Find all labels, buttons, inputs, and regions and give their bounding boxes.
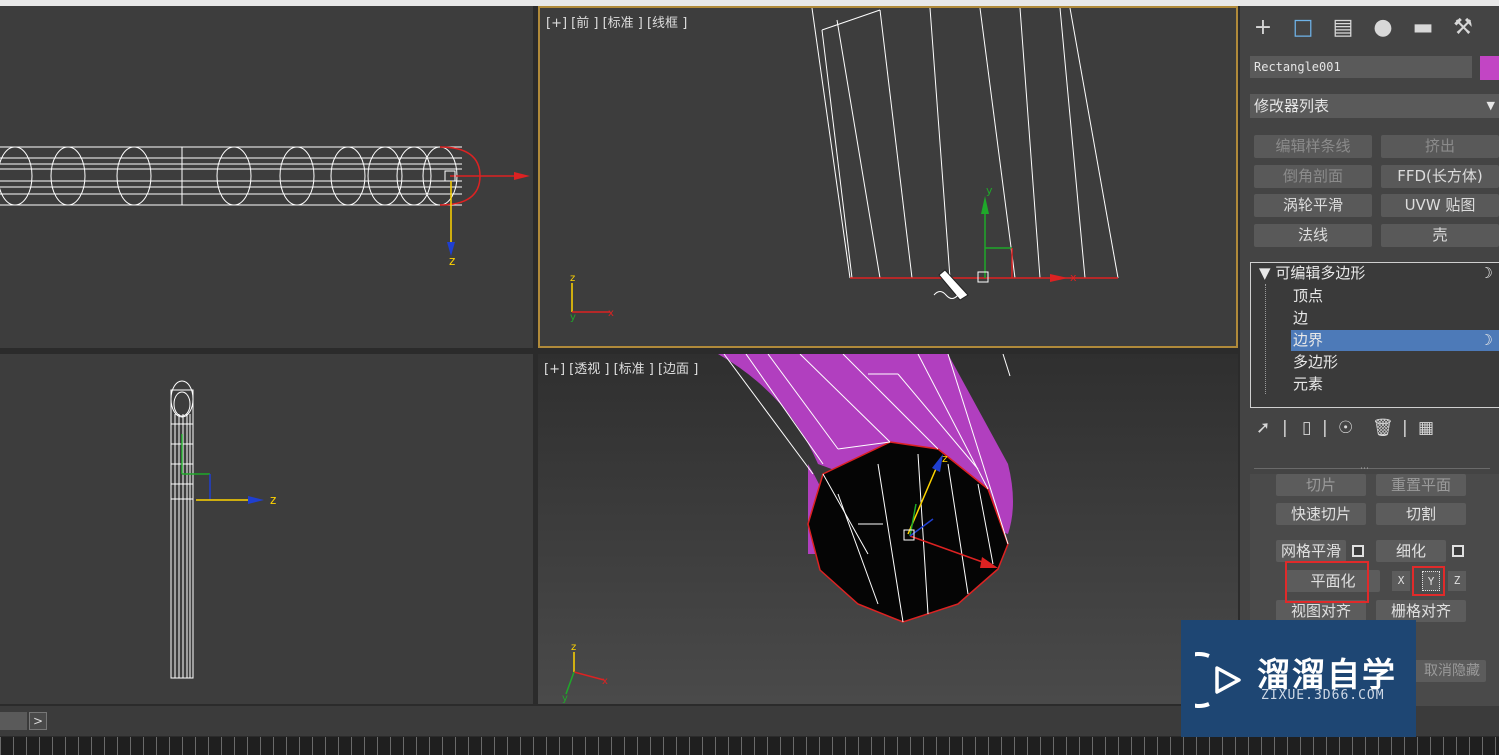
grid-align-button[interactable]: 栅格对齐	[1376, 600, 1466, 622]
lightbulb-icon: ☽	[1479, 264, 1493, 282]
svg-text:z: z	[942, 452, 948, 465]
slice-button[interactable]: 切片	[1276, 474, 1366, 496]
tessellate-settings-icon[interactable]	[1452, 545, 1464, 557]
separator: |	[1402, 418, 1408, 438]
remove-modifier-icon[interactable]: 🗑	[1372, 418, 1394, 438]
object-color-swatch[interactable]	[1480, 56, 1499, 80]
expand-triangle-icon: ▼	[1259, 264, 1271, 282]
view-align-button[interactable]: 视图对齐	[1276, 600, 1366, 622]
stack-item-element[interactable]: 元素	[1293, 374, 1499, 395]
timeline-ruler[interactable]	[0, 737, 1499, 755]
separator: |	[1322, 418, 1328, 438]
expand-arrow-button[interactable]: >	[29, 712, 47, 730]
object-name-field[interactable]: Rectangle001	[1250, 56, 1472, 78]
extrude-button[interactable]: 挤出	[1381, 135, 1499, 158]
make-unique-icon[interactable]: ☉	[1338, 418, 1353, 438]
display-icon[interactable]: ▬	[1406, 10, 1440, 44]
viewport-label-perspective[interactable]: [+] [透视 ] [标准 ] [边面 ]	[544, 358, 698, 377]
shell-button[interactable]: 壳	[1381, 224, 1499, 247]
normal-button[interactable]: 法线	[1254, 224, 1372, 247]
planar-z-button[interactable]: Z	[1448, 571, 1466, 591]
utilities-icon[interactable]: ⚒	[1446, 10, 1480, 44]
motion-icon[interactable]: ●	[1366, 10, 1400, 44]
meshsmooth-settings-icon[interactable]	[1352, 545, 1364, 557]
viewport-front[interactable]: y x z y x [+] [前 ] [标准 ] [线框 ]	[538, 6, 1238, 348]
cut-button[interactable]: 切割	[1376, 503, 1466, 525]
axis-label-z: z	[270, 493, 276, 507]
uvw-map-button[interactable]: UVW 贴图	[1381, 194, 1499, 217]
hierarchy-icon[interactable]: ▤	[1326, 10, 1360, 44]
svg-text:y: y	[570, 312, 576, 323]
svg-text:x: x	[1070, 271, 1077, 284]
planar-x-button[interactable]: X	[1392, 571, 1410, 591]
stack-item-vertex[interactable]: 顶点	[1293, 286, 1499, 307]
play-logo-icon	[1195, 652, 1241, 708]
stack-toolbar: ➚ | ▯ | ☉ 🗑 | ▦	[1252, 418, 1492, 444]
viewport-top-left[interactable]: z	[0, 6, 533, 348]
viewport-left[interactable]: z	[0, 354, 533, 704]
lightbulb-icon: ☽	[1479, 331, 1493, 349]
command-panel-tabs: + □ ▤ ● ▬ ⚒	[1240, 6, 1499, 48]
quick-slice-button[interactable]: 快速切片	[1276, 503, 1366, 525]
tessellate-button[interactable]: 细化	[1376, 540, 1446, 562]
svg-text:x: x	[608, 308, 614, 319]
highlight-make-planar	[1285, 561, 1369, 603]
svg-text:y: y	[986, 184, 993, 197]
stack-tree-lines	[1265, 284, 1266, 394]
svg-text:y: y	[562, 693, 568, 704]
edit-spline-button[interactable]: 编辑样条线	[1254, 135, 1372, 158]
show-end-result-icon[interactable]: ▯	[1302, 418, 1311, 438]
command-panel: + □ ▤ ● ▬ ⚒ Rectangle001 修改器列表 ▼ 编辑样条线 挤…	[1240, 6, 1499, 706]
separator: |	[1282, 418, 1288, 438]
svg-text:z: z	[570, 273, 575, 284]
status-left-field[interactable]	[0, 712, 27, 730]
reset-plane-button[interactable]: 重置平面	[1376, 474, 1466, 496]
tube-wireframe-horizontal: z	[0, 146, 530, 268]
highlight-y-axis	[1412, 566, 1445, 596]
svg-text:z: z	[571, 642, 576, 653]
stack-item-edge[interactable]: 边	[1293, 308, 1499, 329]
turbosmooth-button[interactable]: 涡轮平滑	[1254, 194, 1372, 217]
watermark-subtitle: ZIXUE.3D66.COM	[1261, 688, 1385, 703]
svg-text:x: x	[602, 676, 608, 687]
ffd-box-button[interactable]: FFD(长方体)	[1381, 165, 1499, 188]
modifier-list-label: 修改器列表	[1254, 97, 1330, 115]
watermark-logo: 溜溜自学 ZIXUE.3D66.COM	[1181, 620, 1416, 737]
viewport-perspective[interactable]: z z y x [+] [透视 ] [标准 ] [边面 ]	[538, 354, 1238, 704]
stack-item-border[interactable]: 边界 ☽	[1291, 330, 1499, 351]
rollout-grip[interactable]: ⋯	[1360, 464, 1369, 474]
stack-item-editable-poly[interactable]: ▼ 可编辑多边形 ☽	[1259, 263, 1499, 284]
create-icon[interactable]: +	[1246, 10, 1280, 44]
modify-icon[interactable]: □	[1286, 10, 1320, 44]
viewport-label-front[interactable]: [+] [前 ] [标准 ] [线框 ]	[546, 12, 687, 31]
stack-item-polygon[interactable]: 多边形	[1293, 352, 1499, 373]
pin-stack-icon[interactable]: ➚	[1256, 418, 1270, 438]
configure-modifier-sets-icon[interactable]: ▦	[1418, 418, 1434, 438]
tube-wireframe-front: y x z y x	[570, 8, 1119, 323]
meshsmooth-button[interactable]: 网格平滑	[1276, 540, 1346, 562]
tube-wireframe-vertical: z	[170, 380, 276, 679]
bevel-profile-button[interactable]: 倒角剖面	[1254, 165, 1372, 188]
modifier-stack[interactable]: ▼ 可编辑多边形 ☽ 顶点 边 边界 ☽ 多边形 元素	[1250, 262, 1499, 408]
dropdown-arrow-icon: ▼	[1486, 99, 1495, 112]
tube-shaded-perspective: z z y x	[562, 354, 1013, 704]
rollout-divider	[1254, 468, 1490, 469]
axis-label-z: z	[449, 254, 455, 268]
pencil-cursor-icon	[933, 269, 969, 301]
modifier-list-dropdown[interactable]: 修改器列表 ▼	[1250, 94, 1499, 118]
